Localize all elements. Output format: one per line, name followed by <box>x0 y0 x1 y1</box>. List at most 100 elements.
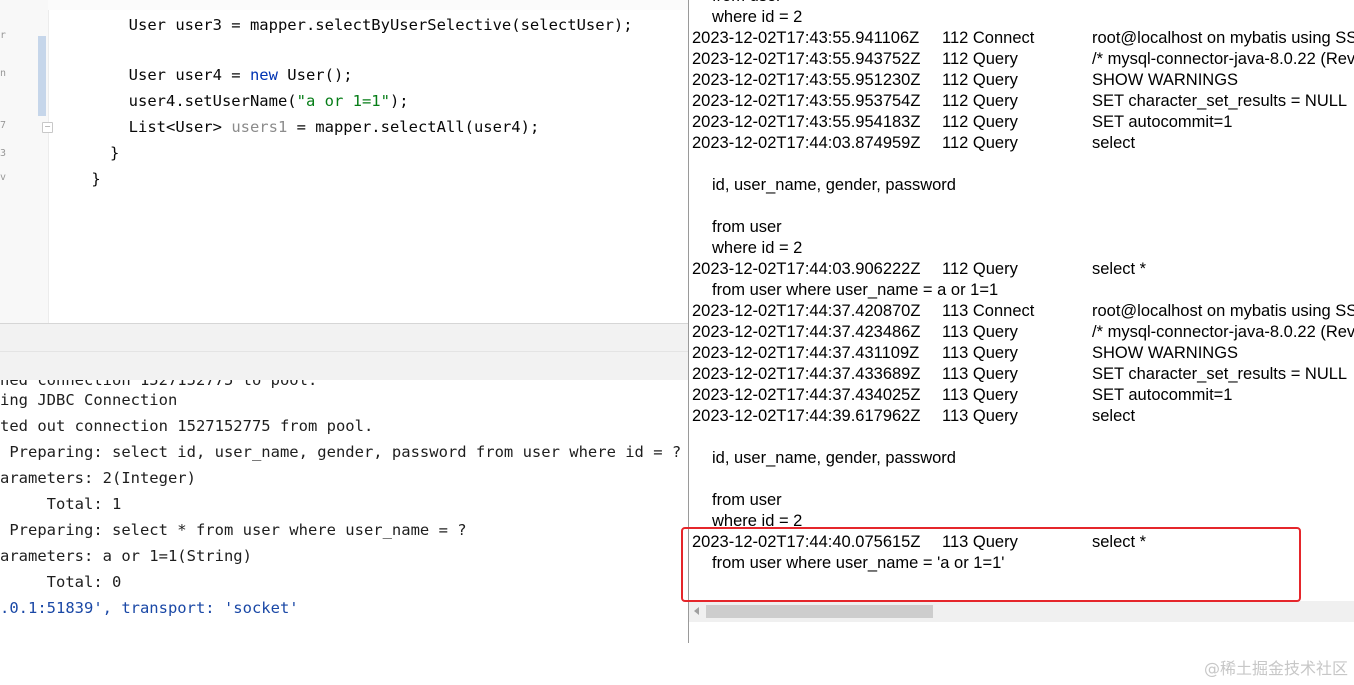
console-line: Total: 1 <box>0 495 122 513</box>
log-thread-command: 113 Query <box>942 323 1018 341</box>
log-thread-command: 112 Query <box>942 134 1018 152</box>
log-continuation: from user where user_name = a or 1=1 <box>689 280 1354 301</box>
log-argument: SHOW WARNINGS <box>1092 71 1239 89</box>
log-timestamp: 2023-12-02T17:43:55.943752Z <box>692 50 921 68</box>
log-continuation-text: where id = 2 <box>712 512 803 530</box>
log-thread-command: 112 Query <box>942 113 1018 131</box>
log-continuation-text: where id = 2 <box>712 239 803 257</box>
log-continuation: where id = 2 <box>689 238 1354 259</box>
log-continuation <box>689 427 1354 448</box>
log-entry: 2023-12-02T17:44:37.433689Z 113 Query SET … <box>689 364 1354 385</box>
log-entry: 2023-12-02T17:43:55.943752Z 112 Query /* m… <box>689 49 1354 70</box>
code-line[interactable]: User user3 = mapper.selectByUserSelectiv… <box>54 0 633 34</box>
log-thread-command: 113 Query <box>942 533 1018 551</box>
scrollbar-thumb[interactable] <box>706 605 933 618</box>
log-thread-command: 113 Query <box>942 365 1018 383</box>
log-timestamp: 2023-12-02T17:44:39.617962Z <box>692 407 921 425</box>
log-thread-command: 113 Connect <box>942 302 1035 320</box>
code-line[interactable]: List<User> users1 = mapper.selectAll(use… <box>54 88 540 136</box>
log-timestamp: 2023-12-02T17:44:37.423486Z <box>692 323 921 341</box>
log-entry: 2023-12-02T17:44:37.431109Z 113 Query SHOW… <box>689 343 1354 364</box>
code-editor[interactable]: − r n 7 3 v User user3 = mapper.selectBy… <box>0 0 688 323</box>
log-continuation-text: id, user_name, gender, password <box>712 176 956 194</box>
log-argument: /* mysql-connector-java-8.0.22 (Revision <box>1092 323 1354 341</box>
console-line: arameters: a or 1=1(String) <box>0 547 252 565</box>
code-line[interactable]: user4.setUserName("a or 1=1"); <box>54 62 409 110</box>
watermark: @稀土掘金技术社区 <box>1203 659 1348 678</box>
log-argument: SET character_set_results = NULL <box>1092 365 1348 383</box>
log-entry: 2023-12-02T17:44:37.434025Z 113 Query SET … <box>689 385 1354 406</box>
console-line: ing JDBC Connection <box>0 391 178 409</box>
log-timestamp: 2023-12-02T17:44:37.431109Z <box>692 344 920 362</box>
mysql-general-log[interactable]: from userwhere id = 22023-12-02T17:43:55… <box>688 0 1354 643</box>
log-argument: root@localhost on mybatis using SSL/TLS <box>1092 302 1354 320</box>
log-continuation <box>689 196 1354 217</box>
code-line[interactable]: } <box>54 140 100 188</box>
log-argument: select * <box>1092 533 1147 551</box>
code-text: } <box>91 170 101 188</box>
log-timestamp: 2023-12-02T17:43:55.954183Z <box>692 113 921 131</box>
log-thread-command: 113 Query <box>942 344 1018 362</box>
log-continuation: id, user_name, gender, password <box>689 175 1354 196</box>
log-argument: SET autocommit=1 <box>1092 386 1233 404</box>
log-entry: 2023-12-02T17:43:55.941106Z 112 Connect ro… <box>689 28 1354 49</box>
log-argument: SHOW WARNINGS <box>1092 344 1239 362</box>
console-line: Preparing: select * from user where user… <box>0 521 467 539</box>
log-timestamp: 2023-12-02T17:43:55.941106Z <box>692 29 920 47</box>
horizontal-scrollbar[interactable] <box>689 601 1354 622</box>
run-tool-window-header <box>0 323 688 381</box>
log-entry: 2023-12-02T17:43:55.951230Z 112 Query SHOW… <box>689 70 1354 91</box>
log-entry: 2023-12-02T17:44:03.906222Z 112 Query sele… <box>689 259 1354 280</box>
log-entry: 2023-12-02T17:44:40.075615Z 113 Query sele… <box>689 532 1354 553</box>
log-thread-command: 112 Query <box>942 260 1018 278</box>
log-thread-command: 113 Query <box>942 407 1018 425</box>
log-continuation <box>689 469 1354 490</box>
log-thread-command: 112 Query <box>942 92 1018 110</box>
log-timestamp: 2023-12-02T17:44:03.874959Z <box>692 134 921 152</box>
code-text: User user3 = mapper.selectByUserSelectiv… <box>91 16 633 34</box>
log-continuation: from user where user_name = 'a or 1=1' <box>689 553 1354 574</box>
log-continuation-text: id, user_name, gender, password <box>712 449 956 467</box>
log-continuation: from user <box>689 490 1354 511</box>
code-line[interactable]: User user4 = new User(); <box>54 36 353 84</box>
log-entry: 2023-12-02T17:44:39.617962Z 113 Query sele… <box>689 406 1354 427</box>
log-timestamp: 2023-12-02T17:44:37.420870Z <box>692 302 921 320</box>
log-continuation-text: from user where user_name = 'a or 1=1' <box>712 554 1005 572</box>
editor-gutter: − r n 7 3 v <box>0 0 53 323</box>
log-continuation-text: from user <box>712 0 782 7</box>
log-continuation: id, user_name, gender, password <box>689 448 1354 469</box>
log-continuation-text: from user <box>712 491 782 509</box>
log-window-bottom <box>689 622 1354 643</box>
console-line: .0.1:51839', transport: 'socket' <box>0 599 299 617</box>
log-entry: 2023-12-02T17:44:37.420870Z 113 Connect ro… <box>689 301 1354 322</box>
run-console[interactable]: ned connection 1527152775 to pool. ing J… <box>0 380 688 685</box>
log-entry: 2023-12-02T17:44:03.874959Z 112 Query sele… <box>689 133 1354 154</box>
vcs-change-marker <box>38 36 46 116</box>
log-continuation: where id = 2 <box>689 7 1354 28</box>
log-entry: 2023-12-02T17:43:55.953754Z 112 Query SET … <box>689 91 1354 112</box>
fold-icon[interactable]: − <box>42 122 53 133</box>
log-timestamp: 2023-12-02T17:44:03.906222Z <box>692 260 921 278</box>
code-line[interactable]: } <box>54 114 119 162</box>
console-line: ted out connection 1527152775 from pool. <box>0 417 374 435</box>
log-timestamp: 2023-12-02T17:44:37.434025Z <box>692 386 921 404</box>
log-entry: 2023-12-02T17:43:55.954183Z 112 Query SET … <box>689 112 1354 133</box>
log-continuation-text: from user <box>712 218 782 236</box>
log-timestamp: 2023-12-02T17:44:37.433689Z <box>692 365 921 383</box>
log-continuation-text: from user where user_name = a or 1=1 <box>712 281 999 299</box>
code-text: = mapper.selectAll(user4); <box>287 118 540 136</box>
toolbar-divider <box>0 351 688 352</box>
log-thread-command: 112 Connect <box>942 29 1035 47</box>
log-continuation-text: where id = 2 <box>712 8 803 26</box>
log-thread-command: 113 Query <box>942 386 1018 404</box>
console-line: Total: 0 <box>0 573 122 591</box>
log-argument: select * <box>1092 260 1147 278</box>
log-argument: select <box>1092 407 1136 425</box>
log-thread-command: 112 Query <box>942 71 1018 89</box>
scroll-left-arrow-icon[interactable] <box>694 607 699 615</box>
log-thread-command: 112 Query <box>942 50 1018 68</box>
log-continuation: from user <box>689 217 1354 238</box>
log-timestamp: 2023-12-02T17:43:55.953754Z <box>692 92 921 110</box>
log-argument: root@localhost on mybatis using SSL/TLS <box>1092 29 1354 47</box>
log-continuation: where id = 2 <box>689 511 1354 532</box>
